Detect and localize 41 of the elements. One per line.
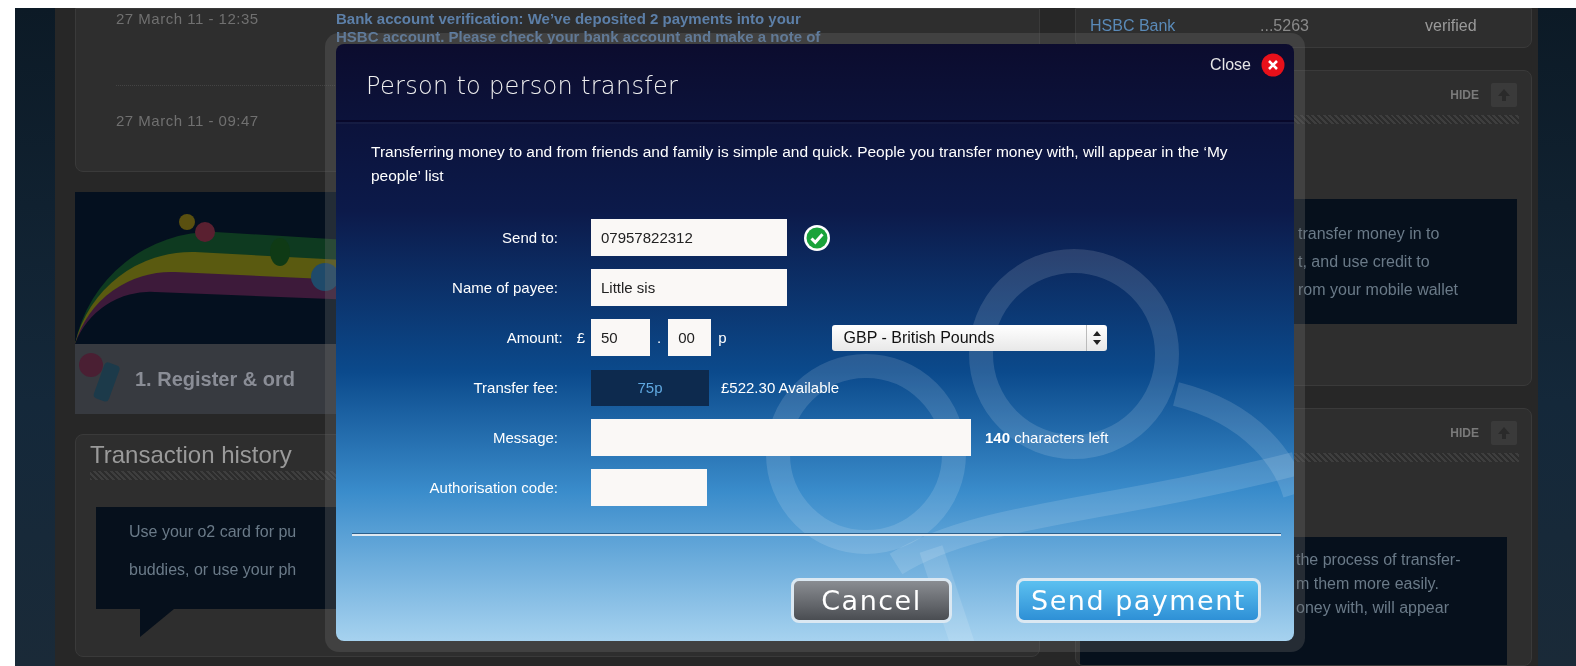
characters-left: 140 characters left	[985, 429, 1109, 446]
panel-title: Transaction history	[90, 441, 292, 469]
available-balance: £522.30 Available	[721, 379, 840, 396]
field-label: Send to:	[501, 229, 558, 246]
dialog-title: Person to person transfer	[366, 72, 679, 100]
account-number: ...5263	[1260, 17, 1310, 35]
notification-time: 27 March 11 - 09:47	[116, 112, 260, 129]
close-icon	[1261, 53, 1285, 77]
field-label: Amount:	[506, 329, 563, 346]
pence-field[interactable]: 00	[668, 319, 712, 356]
tip-text: transfer money in to	[1298, 224, 1441, 243]
intro-text: Transferring money to and from friends and family is simple and quick. People you transfer money with, will appear in the ‘My people’ list	[371, 142, 1229, 186]
notification-text: HSBC account. Please check your bank account and make a note of	[336, 28, 821, 45]
tip-text: buddies, or use your ph	[129, 561, 298, 579]
field-label: Transfer fee:	[472, 379, 558, 396]
field-label: Message:	[491, 429, 558, 446]
notification-time: 27 March 11 - 12:35	[116, 10, 260, 29]
decimal-point: .	[657, 329, 662, 346]
close-button[interactable]: Close	[1210, 53, 1285, 77]
pence-unit: p	[718, 329, 727, 346]
message-field[interactable]	[591, 419, 971, 456]
tip-text: t, and use credit to	[1298, 252, 1431, 271]
text-field[interactable]: Little sis	[591, 269, 787, 306]
cancel-button[interactable]: Cancel	[791, 578, 952, 623]
tip-text: m them more easily.	[1296, 574, 1440, 593]
text-field[interactable]: 07957822312	[591, 219, 787, 256]
tip-text: the process of transfer-	[1296, 550, 1462, 569]
currency-select[interactable]: GBP - British Pounds	[831, 324, 1107, 351]
fee-value: 75p	[591, 369, 709, 406]
bank-link[interactable]: HSBC Bank	[1090, 17, 1260, 35]
tip-text: oney with, will appear	[1296, 598, 1450, 617]
tip-text: Use your o2 card for pu	[129, 523, 298, 541]
field-label: Authorisation code:	[428, 479, 558, 496]
pounds-field[interactable]: 50	[591, 319, 650, 356]
tip-text: rom your mobile wallet	[1298, 280, 1460, 299]
account-status: verified	[1425, 17, 1477, 35]
authorisation-code-field[interactable]	[591, 469, 707, 506]
field-label: Name of payee:	[451, 279, 558, 296]
currency-symbol: £	[576, 329, 585, 346]
notification-text: Bank account verification: We’ve deposited 2 payments into your	[336, 10, 802, 27]
step-title: 1. Register & ord	[135, 367, 296, 391]
